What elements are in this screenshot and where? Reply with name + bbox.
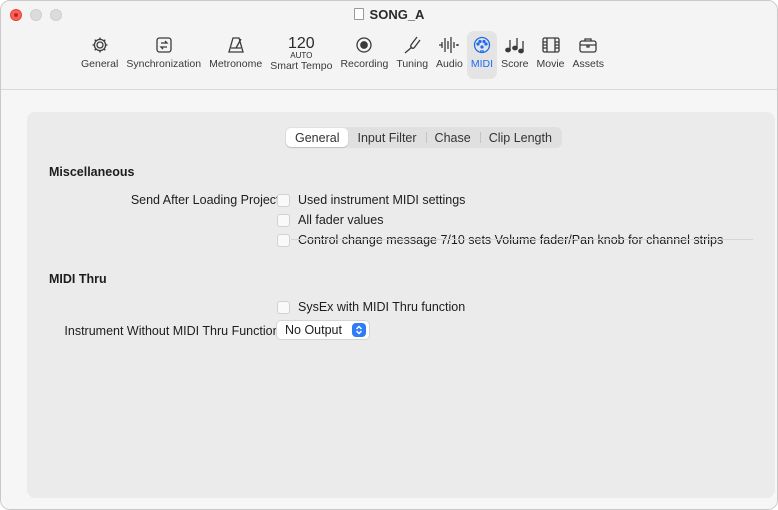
miscellaneous-heading: Miscellaneous — [49, 165, 135, 179]
checkbox[interactable] — [277, 300, 290, 314]
document-icon — [353, 8, 364, 20]
tab-general[interactable]: General — [286, 128, 349, 147]
midi-thru-heading: MIDI Thru — [49, 272, 107, 286]
tempo-value: 120 — [287, 35, 315, 52]
instrument-select[interactable]: No Output — [276, 320, 370, 340]
checkbox[interactable] — [277, 213, 290, 227]
preferences-window: SONG_A General Synchronization Metronome… — [0, 0, 778, 510]
option-label: Control change message 7/10 sets Volume … — [298, 233, 724, 247]
option-label: Used instrument MIDI settings — [298, 193, 466, 207]
checkbox[interactable] — [277, 233, 290, 247]
option-all-fader-values[interactable]: All fader values — [277, 213, 383, 227]
gear-icon — [89, 33, 111, 57]
toolbar-smart-tempo[interactable]: 120 AUTO Smart Tempo — [266, 31, 336, 79]
tab-clip-length[interactable]: Clip Length — [479, 128, 561, 147]
toolbar-label: Metronome — [209, 58, 263, 70]
sync-icon — [153, 33, 175, 57]
instrument-select-value: No Output — [285, 323, 342, 337]
toolbar-label: MIDI — [470, 58, 494, 70]
record-icon — [353, 33, 375, 57]
toolbar-assets[interactable]: Assets — [569, 31, 609, 79]
midi-tab-bar: General Input Filter Chase Clip Length — [285, 127, 562, 148]
toolbar-score[interactable]: Score — [497, 31, 532, 79]
send-after-loading-label: Send After Loading Project: — [130, 193, 283, 207]
film-icon — [540, 33, 562, 57]
toolbar-label: General — [81, 58, 119, 70]
toolbar-label: Assets — [572, 58, 605, 70]
toolbar-midi[interactable]: MIDI — [466, 31, 498, 79]
title-bar: SONG_A General Synchronization Metronome… — [1, 1, 777, 90]
option-label: SysEx with MIDI Thru function — [298, 300, 466, 314]
instrument-without-midi-thru-label: Instrument Without MIDI Thru Function: — [64, 324, 283, 338]
option-used-instrument-midi[interactable]: Used instrument MIDI settings — [277, 193, 465, 207]
toolbar-recording[interactable]: Recording — [336, 31, 392, 79]
toolbar-label: Smart Tempo — [270, 60, 333, 72]
option-control-change-7-10[interactable]: Control change message 7/10 sets Volume … — [277, 233, 723, 247]
toolbar-audio[interactable]: Audio — [432, 31, 467, 79]
chevron-updown-icon — [351, 323, 366, 337]
toolbar-label: Audio — [436, 58, 463, 70]
tab-input-filter[interactable]: Input Filter — [348, 128, 425, 147]
tempo-mode: AUTO — [290, 51, 313, 60]
option-sysex-midi-thru[interactable]: SysEx with MIDI Thru function — [277, 300, 465, 314]
toolbar-label: Synchronization — [126, 58, 202, 70]
music-notes-icon — [504, 33, 526, 57]
briefcase-icon — [577, 33, 599, 57]
window-title: SONG_A — [1, 7, 777, 22]
preferences-content: General Input Filter Chase Clip Length M… — [1, 90, 777, 509]
preferences-toolbar: General Synchronization Metronome 120 AU… — [77, 31, 608, 79]
midi-connector-icon — [471, 33, 493, 57]
toolbar-label: Tuning — [396, 58, 429, 70]
toolbar-label: Movie — [536, 58, 565, 70]
toolbar-label: Score — [501, 58, 529, 70]
tuning-fork-icon — [401, 33, 423, 57]
checkbox[interactable] — [277, 193, 290, 207]
section-divider — [291, 239, 753, 240]
window-title-text: SONG_A — [369, 7, 425, 22]
toolbar-synchronization[interactable]: Synchronization — [122, 31, 205, 79]
toolbar-movie[interactable]: Movie — [533, 31, 569, 79]
toolbar-tuning[interactable]: Tuning — [392, 31, 432, 79]
tab-chase[interactable]: Chase — [425, 128, 480, 147]
metronome-icon — [225, 33, 247, 57]
toolbar-general[interactable]: General — [77, 31, 122, 79]
midi-settings-panel: General Input Filter Chase Clip Length M… — [27, 112, 775, 498]
option-label: All fader values — [298, 213, 384, 227]
toolbar-metronome[interactable]: Metronome — [205, 31, 266, 79]
toolbar-label: Recording — [340, 58, 389, 70]
waveform-icon — [438, 33, 460, 57]
